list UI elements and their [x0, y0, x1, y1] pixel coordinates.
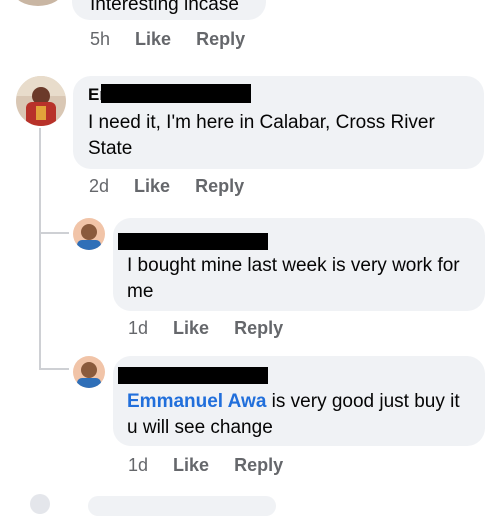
reply-bubble-2: Emmanuel Awa is very good just buy it u … [113, 356, 485, 446]
mention-link[interactable]: Emmanuel Awa [127, 391, 266, 412]
author-name-redaction [118, 233, 268, 250]
timestamp[interactable]: 5h [90, 29, 110, 49]
comment-text-3: I bought mine last week is very work for… [127, 255, 460, 302]
reply-button[interactable]: Reply [234, 318, 283, 338]
comment-bubble-1: Interesting incase [72, 0, 266, 20]
reply-button[interactable]: Reply [195, 176, 244, 196]
next-comment-bubble [88, 496, 276, 516]
timestamp[interactable]: 2d [89, 176, 109, 196]
avatar[interactable] [30, 494, 50, 514]
comment-meta-2: 2d Like Reply [89, 176, 244, 197]
like-button[interactable]: Like [134, 176, 170, 196]
comment-text-1: Interesting incase [90, 0, 239, 15]
avatar[interactable] [73, 218, 105, 250]
timestamp[interactable]: 1d [128, 318, 148, 338]
avatar-image [73, 356, 105, 388]
avatar[interactable] [14, 0, 62, 6]
author-name-redaction [118, 367, 268, 384]
avatar-image [73, 218, 105, 250]
reply-button[interactable]: Reply [234, 455, 283, 475]
avatar-image [16, 76, 66, 126]
reply-button[interactable]: Reply [196, 29, 245, 49]
comment-meta-3: 1d Like Reply [128, 318, 283, 339]
comment-meta-1: 5h Like Reply [90, 29, 245, 50]
thread-line [39, 128, 41, 368]
thread-branch-2 [39, 368, 69, 370]
timestamp[interactable]: 1d [128, 455, 148, 475]
avatar[interactable] [73, 356, 105, 388]
like-button[interactable]: Like [173, 318, 209, 338]
thread-branch-1 [39, 232, 69, 234]
author-name-redaction [101, 84, 251, 103]
reply-bubble-1: I bought mine last week is very work for… [113, 218, 485, 311]
like-button[interactable]: Like [173, 455, 209, 475]
comment-text-2: I need it, I'm here in Calabar, Cross Ri… [88, 112, 435, 159]
comment-bubble-2: Emmanuel Awa I need it, I'm here in Cala… [73, 76, 484, 169]
comment-text-4: Emmanuel Awa is very good just buy it u … [127, 389, 473, 441]
like-button[interactable]: Like [135, 29, 171, 49]
comment-meta-4: 1d Like Reply [128, 455, 283, 476]
avatar[interactable] [16, 76, 66, 126]
